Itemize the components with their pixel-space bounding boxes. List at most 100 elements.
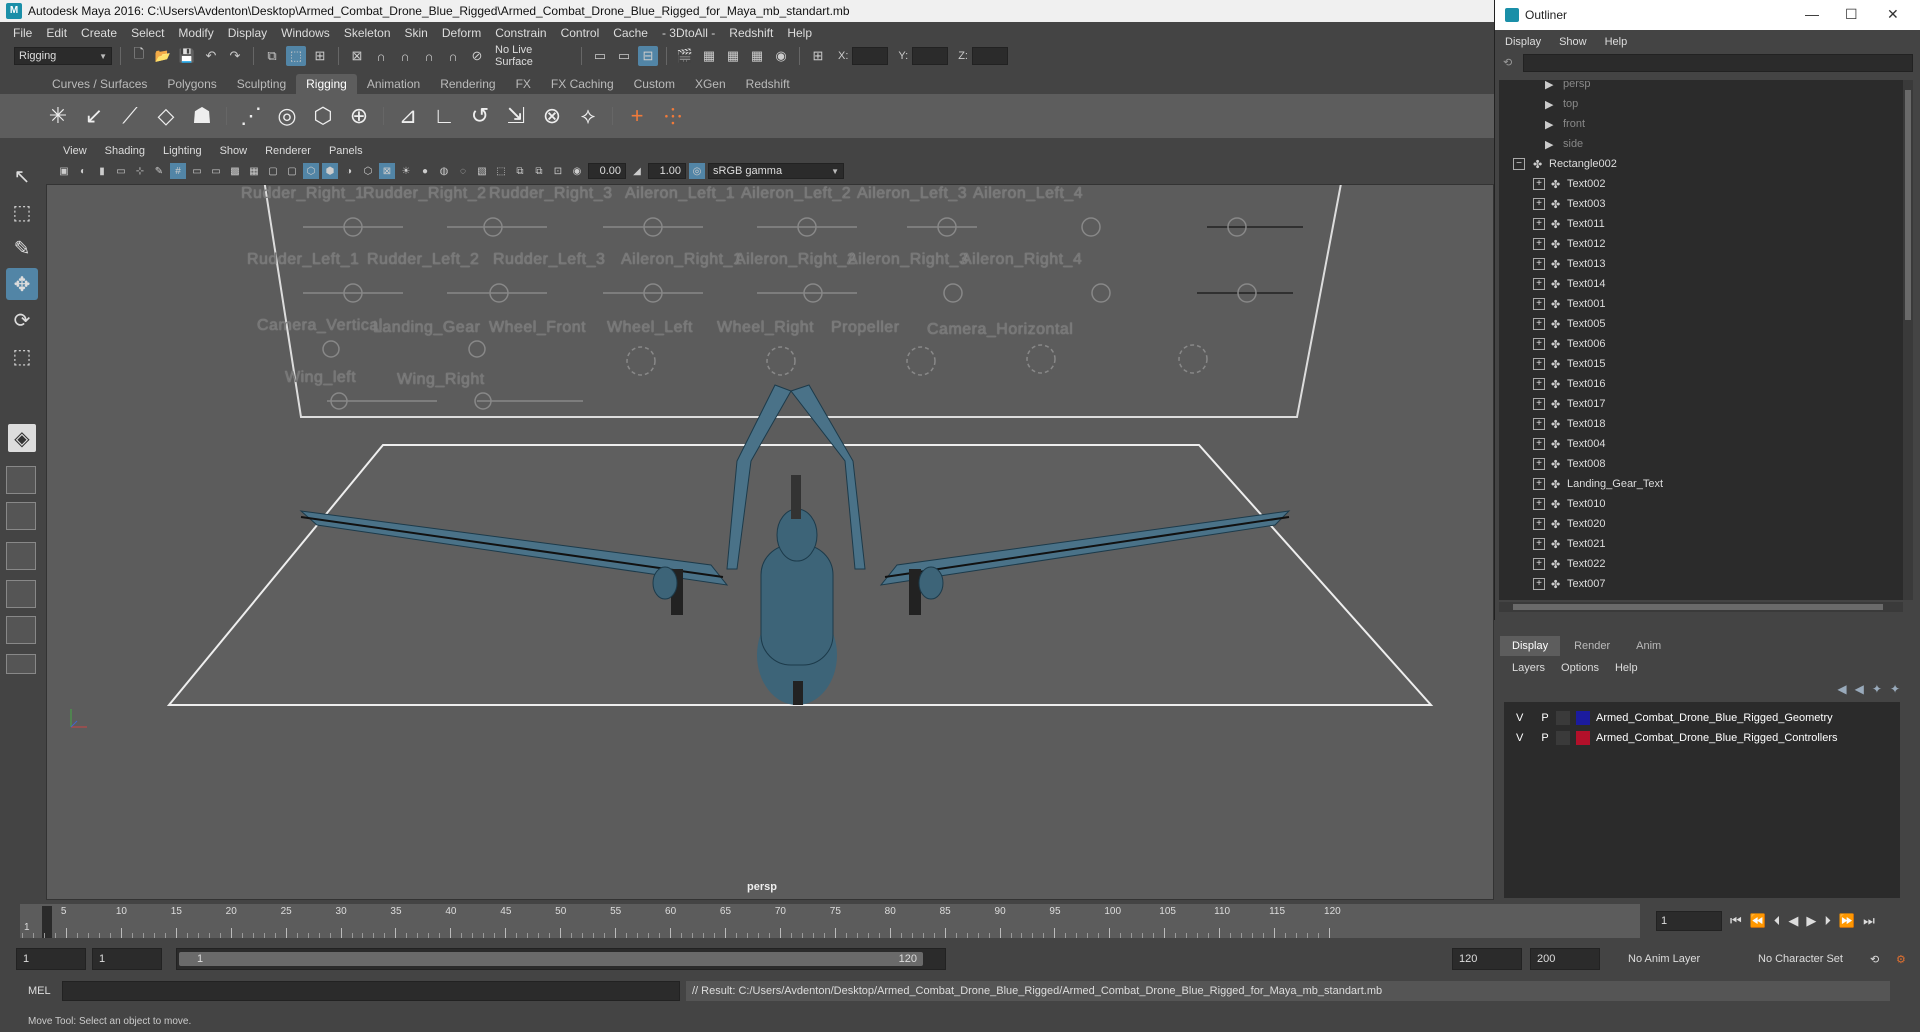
- menu-set-dropdown[interactable]: Rigging ▼: [14, 47, 112, 65]
- render-view-icon[interactable]: ◉: [771, 46, 791, 66]
- point-constraint-icon[interactable]: ⊿: [392, 100, 424, 132]
- move-tool-icon[interactable]: ✥: [6, 268, 38, 300]
- collapse-icon[interactable]: −: [1513, 158, 1525, 170]
- auto-key-icon[interactable]: ⟲: [1864, 948, 1884, 970]
- persp-outliner-layout-icon[interactable]: [6, 502, 36, 530]
- pole-vector-icon[interactable]: ⟡: [572, 100, 604, 132]
- shelf-tab-curves-surfaces[interactable]: Curves / Surfaces: [42, 74, 157, 94]
- motion-blur-icon[interactable]: ◌: [455, 163, 471, 179]
- outliner-item-child[interactable]: + ✤ Text008: [1499, 454, 1903, 474]
- step-back-key-icon[interactable]: ⏪: [1750, 913, 1766, 929]
- select-hierarchy-icon[interactable]: ⧉: [262, 46, 282, 66]
- expand-icon[interactable]: +: [1533, 198, 1545, 210]
- use-default-material-icon[interactable]: ◑: [341, 163, 357, 179]
- menu-redshift[interactable]: Redshift: [722, 26, 780, 40]
- expand-icon[interactable]: +: [1533, 278, 1545, 290]
- panel-menu-view[interactable]: View: [54, 145, 96, 157]
- bind-skin-icon[interactable]: ⋰: [235, 100, 267, 132]
- persp-uv-layout-icon[interactable]: [6, 616, 36, 644]
- exposure-icon[interactable]: ◉: [569, 163, 585, 179]
- menu-create[interactable]: Create: [74, 26, 124, 40]
- panel-menu-shading[interactable]: Shading: [96, 145, 154, 157]
- go-to-end-icon[interactable]: ⏭: [1863, 913, 1875, 929]
- layer-type-toggle[interactable]: [1556, 711, 1570, 725]
- wireframe-on-shaded-icon[interactable]: ⬡: [360, 163, 376, 179]
- ik-spline-icon[interactable]: ⟋: [114, 100, 146, 132]
- step-forward-frame-icon[interactable]: ⏵: [1824, 913, 1831, 929]
- move-layer-down-icon[interactable]: ◀: [1855, 682, 1864, 696]
- outliner-item-side[interactable]: ▶ side: [1499, 134, 1903, 154]
- go-to-start-icon[interactable]: ⏮: [1730, 913, 1742, 929]
- shelf-tab-custom[interactable]: Custom: [624, 74, 685, 94]
- shelf-tab-rendering[interactable]: Rendering: [430, 74, 505, 94]
- mirror-joint-icon[interactable]: ◇: [150, 100, 182, 132]
- grease-pencil-icon[interactable]: ✎: [151, 163, 167, 179]
- animation-start-field[interactable]: 1: [92, 948, 162, 970]
- outliner-item-child[interactable]: + ✤ Text001: [1499, 294, 1903, 314]
- animation-prefs-icon[interactable]: ⚙: [1890, 948, 1910, 970]
- aim-constraint-icon[interactable]: ∟: [428, 100, 460, 132]
- lasso-tool-icon[interactable]: ⬚: [6, 196, 38, 228]
- animation-end-field[interactable]: 200: [1530, 948, 1600, 970]
- outliner-item-child[interactable]: + ✤ Text003: [1499, 194, 1903, 214]
- expand-icon[interactable]: +: [1533, 318, 1545, 330]
- expand-icon[interactable]: +: [1533, 418, 1545, 430]
- select-tool-icon[interactable]: ↖: [6, 160, 38, 192]
- outliner-item-persp[interactable]: ▶ persp: [1499, 80, 1903, 94]
- end-time-field[interactable]: 120: [1452, 948, 1522, 970]
- menu-display[interactable]: Display: [221, 26, 274, 40]
- expand-icon[interactable]: +: [1533, 258, 1545, 270]
- resolution-gate-icon[interactable]: ▭: [208, 163, 224, 179]
- gamma-field[interactable]: 1.00: [648, 163, 686, 179]
- shelf-tab-redshift[interactable]: Redshift: [736, 74, 800, 94]
- film-gate-icon[interactable]: ▭: [189, 163, 205, 179]
- expand-icon[interactable]: +: [1533, 298, 1545, 310]
- expand-icon[interactable]: +: [1533, 398, 1545, 410]
- mel-toggle[interactable]: MEL: [8, 982, 58, 1000]
- outliner-item-front[interactable]: ▶ front: [1499, 114, 1903, 134]
- menu-help[interactable]: Help: [780, 26, 819, 40]
- safe-action-icon[interactable]: ▢: [265, 163, 281, 179]
- character-set-dropdown[interactable]: No Character Set: [1752, 948, 1872, 970]
- ik-handle-icon[interactable]: ↙: [78, 100, 110, 132]
- paint-weights-icon[interactable]: ◎: [271, 100, 303, 132]
- scale-tool-icon[interactable]: ⬚: [6, 340, 38, 372]
- outliner-item-child[interactable]: + ✤ Text017: [1499, 394, 1903, 414]
- outliner-item-child[interactable]: + ✤ Text021: [1499, 534, 1903, 554]
- layer-tab-render[interactable]: Render: [1562, 636, 1622, 656]
- menu-skin[interactable]: Skin: [398, 26, 435, 40]
- expand-icon[interactable]: +: [1533, 358, 1545, 370]
- menu-select[interactable]: Select: [124, 26, 171, 40]
- expand-icon[interactable]: +: [1533, 478, 1545, 490]
- current-frame-field[interactable]: 1: [1656, 911, 1722, 931]
- outliner-item-child[interactable]: + ✤ Text016: [1499, 374, 1903, 394]
- time-slider[interactable]: 5 10 15 20 25 30 35 40 45 50 55 60 65 70 75 80 85 90 95 100…: [0, 904, 1640, 938]
- shelf-tab-animation[interactable]: Animation: [357, 74, 430, 94]
- smooth-shade-icon[interactable]: ⬢: [322, 163, 338, 179]
- orient-constraint-icon[interactable]: ↺: [464, 100, 496, 132]
- layout-shortcuts-icon[interactable]: [6, 654, 36, 674]
- quick-rig-icon[interactable]: ☗: [186, 100, 218, 132]
- camera-attributes-icon[interactable]: ◐: [75, 163, 91, 179]
- expand-icon[interactable]: +: [1533, 498, 1545, 510]
- minimize-icon[interactable]: —: [1805, 6, 1819, 22]
- all-lights-icon[interactable]: ☀: [398, 163, 414, 179]
- outliner-search-input[interactable]: [1523, 54, 1913, 72]
- snap-grid-icon[interactable]: ⊠: [347, 46, 367, 66]
- move-layer-up-icon[interactable]: ◀: [1837, 682, 1846, 696]
- snap-point-icon[interactable]: ∩: [395, 46, 415, 66]
- layer-menu-options[interactable]: Options: [1561, 662, 1599, 674]
- single-perspective-layout-icon[interactable]: ◈: [8, 424, 36, 452]
- filter-icon[interactable]: ⟲: [1503, 56, 1512, 69]
- xray-joints-icon[interactable]: ⧉: [512, 163, 528, 179]
- command-input[interactable]: [62, 981, 680, 1001]
- xray-active-icon[interactable]: ⧉: [531, 163, 547, 179]
- layer-playback-toggle[interactable]: P: [1538, 732, 1552, 744]
- render-settings-icon[interactable]: ▦: [723, 46, 743, 66]
- layer-color-swatch[interactable]: [1576, 731, 1590, 745]
- outliner-item-child[interactable]: + ✤ Text007: [1499, 574, 1903, 594]
- panel-menu-lighting[interactable]: Lighting: [154, 145, 211, 157]
- menu-windows[interactable]: Windows: [274, 26, 337, 40]
- gate-mask-icon[interactable]: ▩: [227, 163, 243, 179]
- undo-icon[interactable]: ↶: [201, 46, 221, 66]
